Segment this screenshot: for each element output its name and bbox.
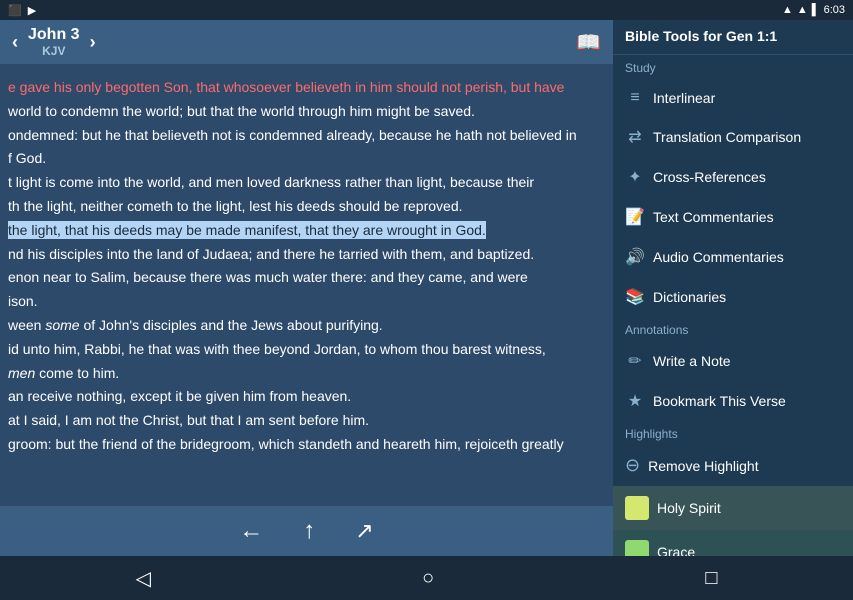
main-container: ‹ John 3 KJV › 📖 e gave his only begotte… [0,20,853,556]
verse-text-8: enon near to Salim, because there was mu… [8,266,605,290]
app-icon: ⬛ [8,4,22,17]
bible-panel: ‹ John 3 KJV › 📖 e gave his only begotte… [0,20,613,556]
grace-color-swatch [625,540,649,556]
sidebar-item-text-commentaries[interactable]: 📝 Text Commentaries [613,197,853,237]
share-button[interactable]: ↗ [355,518,373,544]
up-button[interactable]: ↑ [303,517,315,545]
text-commentaries-label: Text Commentaries [653,209,774,225]
prev-chapter-button[interactable]: ‹ [12,32,18,53]
remove-highlight-icon: ⊖ [625,455,640,476]
sidebar-item-audio-commentaries[interactable]: 🔊 Audio Commentaries [613,237,853,277]
verse-text-9: ison. [8,290,605,314]
bookmark-verse-label: Bookmark This Verse [653,393,786,409]
sidebar-item-write-note[interactable]: ✏ Write a Note [613,341,853,381]
next-chapter-button[interactable]: › [90,32,96,53]
remove-highlight-label: Remove Highlight [648,458,759,474]
battery-icon: ▌ [812,4,820,16]
translation-icon: ⇄ [625,127,645,147]
play-icon: ▶ [28,4,36,17]
study-section-label: Study [613,55,853,79]
signal-icon: ▲ [782,4,793,16]
verse-text-14: groom: but the friend of the bridegroom,… [8,433,605,457]
verse-text-1: e gave his only begotten Son, that whoso… [8,76,605,100]
bookmark-icon: ★ [625,391,645,411]
back-button[interactable]: ← [239,517,263,545]
holy-spirit-label: Holy Spirit [657,500,721,516]
android-nav-bar: ◁ ○ □ [0,556,853,600]
audio-icon: 🔊 [625,247,645,267]
sidebar-header: Bible Tools for Gen 1:1 [613,20,853,55]
bible-menu-button[interactable]: 📖 [576,30,601,55]
dictionary-icon: 📚 [625,287,645,307]
verse-text-11: id unto him, Rabbi, he that was with the… [8,338,605,386]
bible-book-title: John 3 [28,26,80,44]
audio-commentaries-label: Audio Commentaries [653,249,784,265]
bible-version-label: KJV [42,44,65,58]
verse-text-6: the light, that his deeds may be made ma… [8,219,605,243]
status-bar-right: ▲ ▲ ▌ 6:03 [782,4,845,16]
verse-text-10: ween some of John's disciples and the Je… [8,314,605,338]
time-display: 6:03 [824,4,845,16]
write-note-icon: ✏ [625,351,645,371]
sidebar-item-remove-highlight[interactable]: ⊖ Remove Highlight [613,445,853,486]
bible-header-nav: ‹ John 3 KJV › [12,26,96,58]
cross-ref-icon: ✦ [625,167,645,187]
status-bar: ⬛ ▶ ▲ ▲ ▌ 6:03 [0,0,853,20]
highlights-section-label: Highlights [613,421,853,445]
android-home-button[interactable]: ○ [422,567,434,590]
android-back-button[interactable]: ◁ [136,566,151,591]
sidebar-item-interlinear[interactable]: ≡ Interlinear [613,79,853,117]
verse-text-4: t light is come into the world, and men … [8,171,605,195]
annotations-section-label: Annotations [613,317,853,341]
android-recent-button[interactable]: □ [705,567,717,590]
wifi-icon: ▲ [797,4,808,16]
sidebar: Bible Tools for Gen 1:1 Study ≡ Interlin… [613,20,853,556]
dictionaries-label: Dictionaries [653,289,726,305]
bible-toolbar: ← ↑ ↗ [0,506,613,556]
verse-red-text: e gave his only begotten Son, that whoso… [8,79,564,95]
grace-label: Grace [657,544,695,556]
verse-text-7: nd his disciples into the land of Judaea… [8,243,605,267]
write-note-label: Write a Note [653,353,731,369]
sidebar-item-holy-spirit[interactable]: Holy Spirit [613,486,853,530]
sidebar-item-bookmark-verse[interactable]: ★ Bookmark This Verse [613,381,853,421]
verse-text-5: th the light, neither cometh to the ligh… [8,195,605,219]
holy-spirit-color-swatch [625,496,649,520]
text-comment-icon: 📝 [625,207,645,227]
verse-text-2: world to condemn the world; but that the… [8,100,605,124]
status-bar-left: ⬛ ▶ [8,4,36,17]
bible-title: John 3 KJV [28,26,80,58]
translation-comparison-label: Translation Comparison [653,129,801,145]
sidebar-header-title: Bible Tools for Gen 1:1 [625,28,777,44]
verse-text-13: at I said, I am not the Christ, but that… [8,409,605,433]
verse-text-3: ondemned: but he that believeth not is c… [8,124,605,172]
sidebar-item-dictionaries[interactable]: 📚 Dictionaries [613,277,853,317]
bible-content[interactable]: e gave his only begotten Son, that whoso… [0,64,613,506]
sidebar-item-grace[interactable]: Grace [613,530,853,556]
verse-text-12: an receive nothing, except it be given h… [8,385,605,409]
interlinear-icon: ≡ [625,89,645,107]
interlinear-label: Interlinear [653,90,715,106]
cross-references-label: Cross-References [653,169,766,185]
sidebar-item-translation-comparison[interactable]: ⇄ Translation Comparison [613,117,853,157]
bible-header: ‹ John 3 KJV › 📖 [0,20,613,64]
verse-blue-text: the light, that his deeds may be made ma… [8,221,486,239]
sidebar-item-cross-references[interactable]: ✦ Cross-References [613,157,853,197]
